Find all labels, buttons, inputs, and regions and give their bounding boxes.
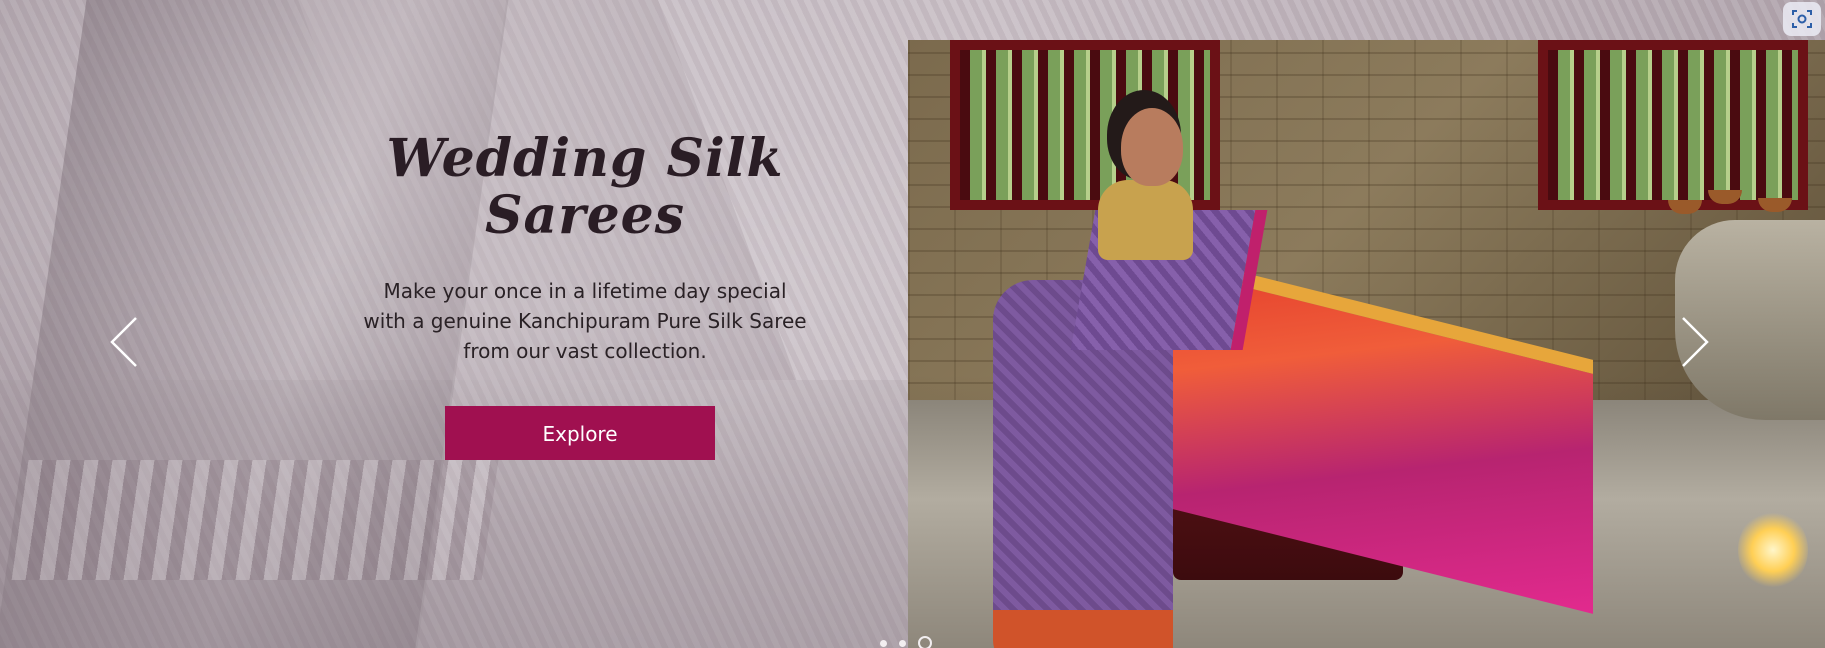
hero-slider: Wedding Silk Sarees Make your once in a … [0,0,1825,648]
screenshot-button[interactable] [1783,2,1821,36]
hero-title: Wedding Silk Sarees [386,128,784,247]
chevron-right-icon [1682,317,1709,367]
model-figure [963,100,1603,648]
previous-slide-button[interactable] [108,316,144,368]
explore-button[interactable]: Explore [445,406,715,461]
hero-content: Wedding Silk Sarees Make your once in a … [330,128,840,461]
screenshot-icon [1792,10,1812,28]
slide-indicators [880,636,932,648]
slide-dot-1[interactable] [880,639,887,647]
slide-dot-3[interactable] [918,636,932,648]
next-slide-button[interactable] [1675,316,1711,368]
chevron-left-icon [110,317,137,367]
hero-description: Make your once in a lifetime day special… [363,279,807,364]
slide-dot-2[interactable] [899,639,906,647]
